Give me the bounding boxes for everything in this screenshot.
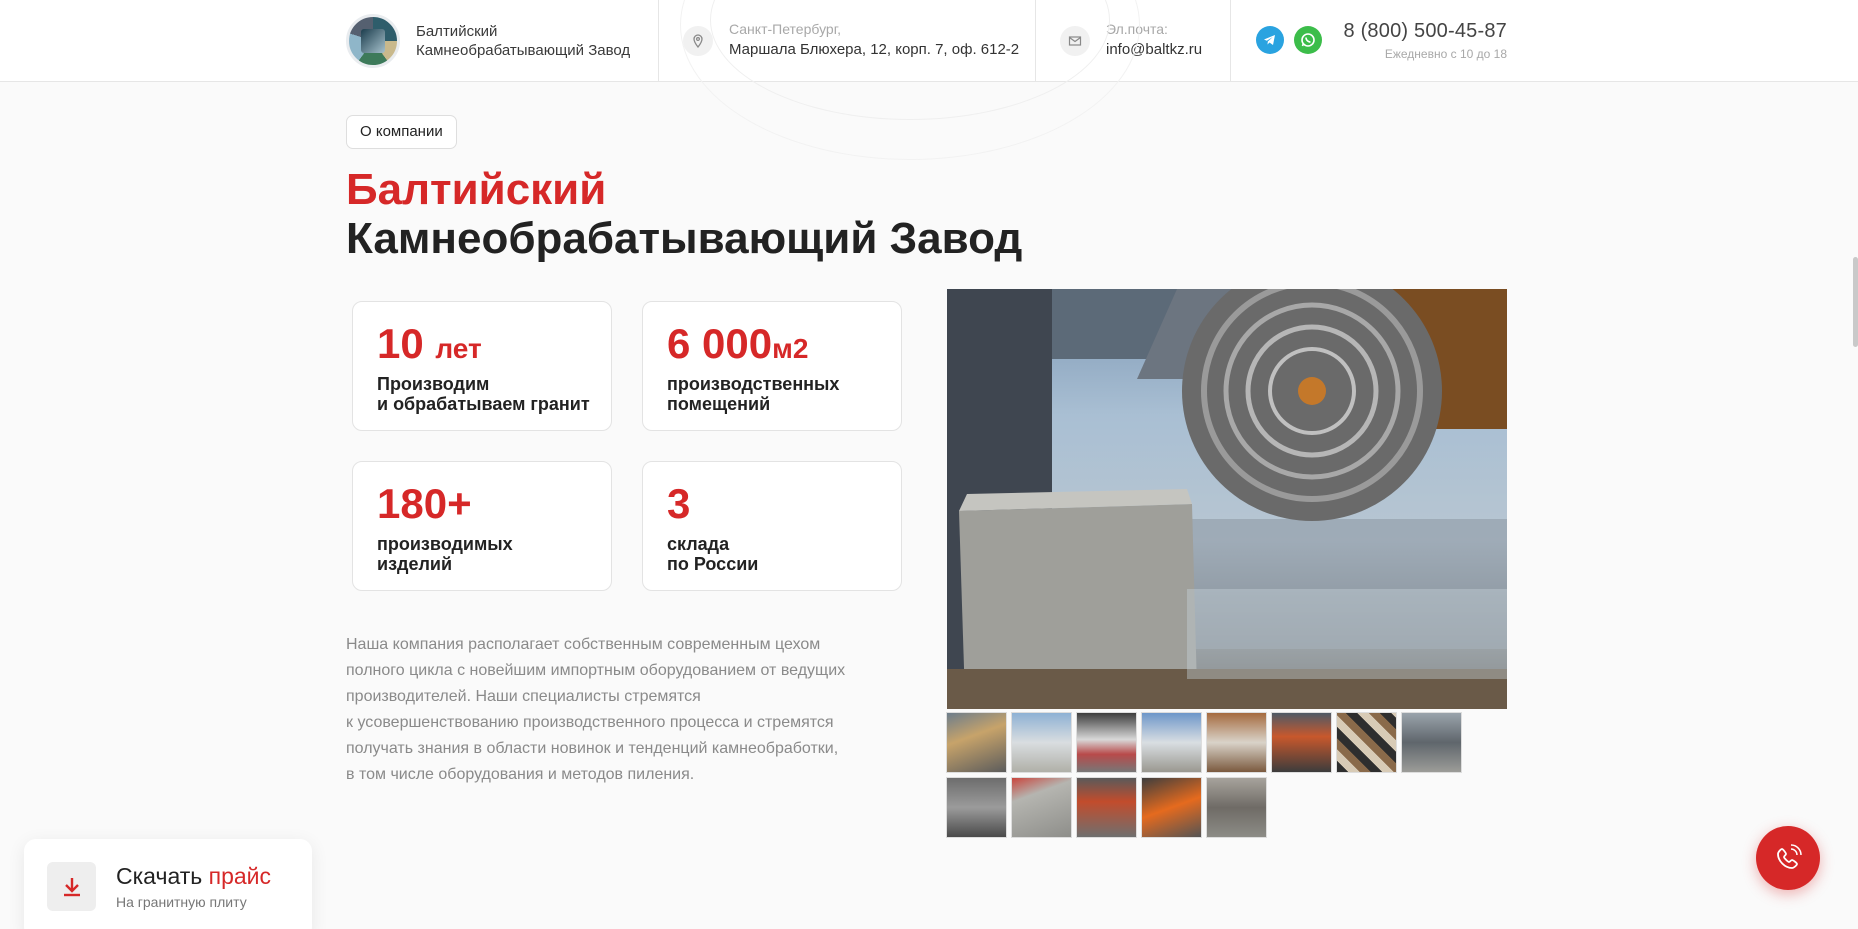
gallery-thumbnail[interactable] xyxy=(1271,712,1332,773)
download-price-widget[interactable]: Скачать прайс На гранитную плиту xyxy=(24,839,312,929)
stat-card: 3 склада по России xyxy=(642,461,902,591)
gallery-thumbnail[interactable] xyxy=(1011,777,1072,838)
phone-number[interactable]: 8 (800) 500-45-87 xyxy=(1343,20,1507,43)
about-text: Наша компания располагает собственным со… xyxy=(346,636,846,783)
gallery-thumbnail[interactable] xyxy=(1336,712,1397,773)
working-hours: Ежедневно с 10 до 18 xyxy=(1384,47,1507,61)
decorative-circle xyxy=(680,0,1140,160)
company-name[interactable]: Балтийский Камнеобрабатывающий Завод xyxy=(416,22,630,60)
gallery-thumbnail[interactable] xyxy=(1401,712,1462,773)
download-icon xyxy=(47,862,96,911)
stat-description: производимых изделий xyxy=(377,534,513,574)
gallery-thumbnail[interactable] xyxy=(1011,712,1072,773)
call-button[interactable] xyxy=(1756,826,1820,890)
phone-icon xyxy=(1777,844,1802,869)
whatsapp-icon[interactable] xyxy=(1294,26,1322,54)
title-black: Камнеобрабатывающий Завод xyxy=(346,214,1023,263)
stat-number: 3 xyxy=(667,480,691,527)
gallery-thumbnail[interactable] xyxy=(1076,712,1137,773)
gallery-thumbnail[interactable] xyxy=(1206,712,1267,773)
stat-number: 10 лет xyxy=(377,320,482,367)
gallery-thumbnail[interactable] xyxy=(1206,777,1267,838)
stat-card: 10 лет Производим и обрабатываем гранит xyxy=(352,301,612,431)
price-title: Скачать прайс xyxy=(116,863,272,889)
company-name-line2: Камнеобрабатывающий Завод xyxy=(416,42,631,59)
gallery-thumbnail[interactable] xyxy=(946,712,1007,773)
gallery-thumbnail[interactable] xyxy=(1141,712,1202,773)
stat-description: склада по России xyxy=(667,534,759,574)
stat-description: Производим и обрабатываем гранит xyxy=(377,374,590,414)
page-scrollbar[interactable] xyxy=(1853,257,1858,347)
stat-number: 180+ xyxy=(377,480,472,527)
stat-card: 180+ производимых изделий xyxy=(352,461,612,591)
title-red: Балтийский xyxy=(346,165,607,214)
section-chip: О компании xyxy=(346,115,457,149)
header-divider xyxy=(1230,0,1231,82)
gallery-thumbnail[interactable] xyxy=(1141,777,1202,838)
company-logo[interactable] xyxy=(346,14,400,68)
gallery-thumbnail[interactable] xyxy=(1076,777,1137,838)
stat-number: 6 000м2 xyxy=(667,320,809,367)
telegram-icon[interactable] xyxy=(1256,26,1284,54)
gallery-thumbnail[interactable] xyxy=(946,777,1007,838)
stat-card: 6 000м2 производственных помещений xyxy=(642,301,902,431)
header-divider xyxy=(658,0,659,82)
stat-description: производственных помещений xyxy=(667,374,840,414)
company-name-line1: Балтийский xyxy=(416,23,498,40)
gallery-main-image[interactable] xyxy=(947,289,1507,709)
price-subtitle: На гранитную плиту xyxy=(116,894,247,910)
